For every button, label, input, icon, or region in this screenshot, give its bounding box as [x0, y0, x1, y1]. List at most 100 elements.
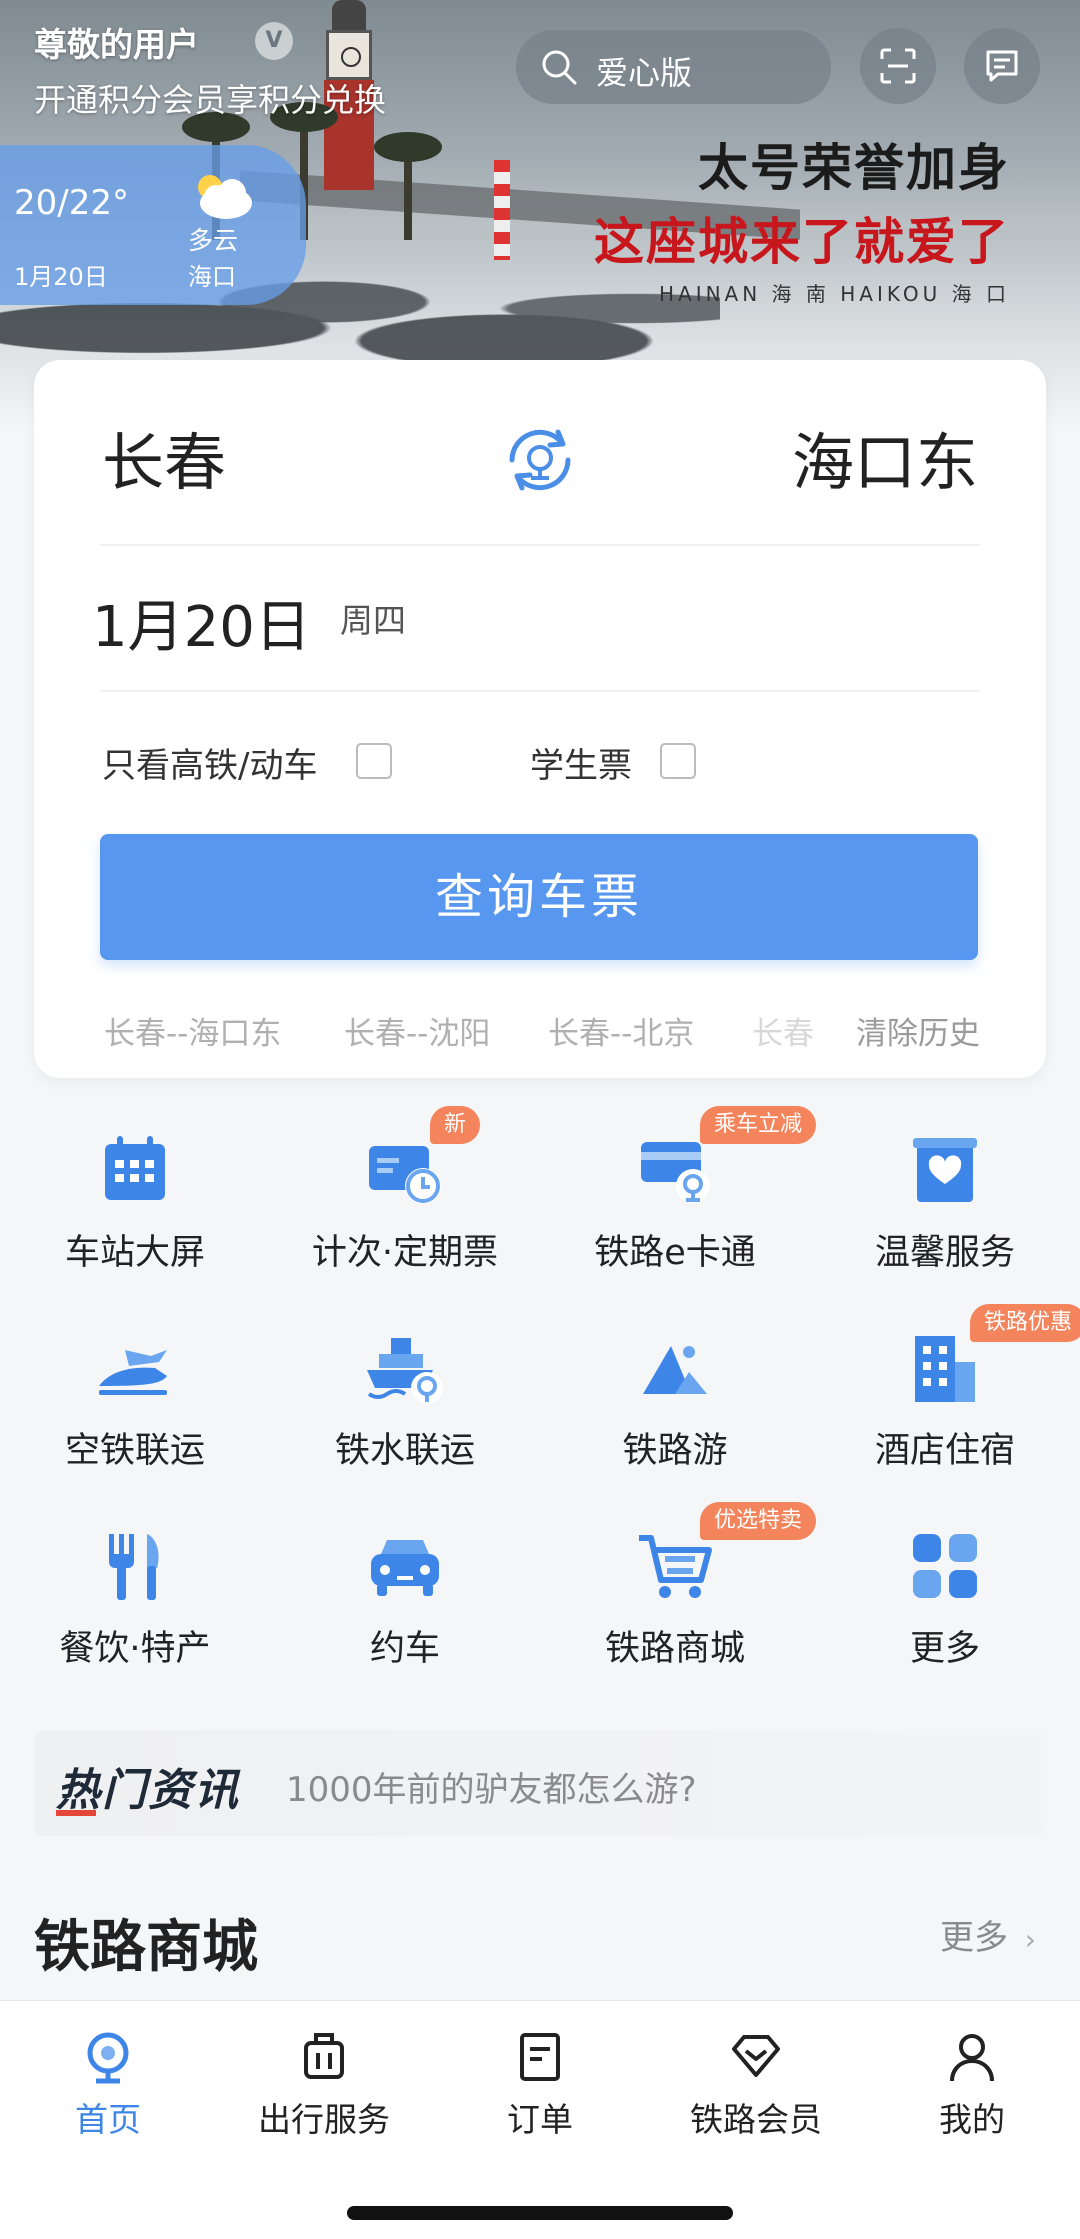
vip-badge-icon[interactable]: V [255, 22, 293, 60]
departure-weekday[interactable]: 周四 [340, 594, 406, 642]
departure-date[interactable]: 1月20日 [92, 582, 311, 663]
service-air-rail[interactable]: 空铁联运 [0, 1328, 270, 1508]
service-hotel[interactable]: 酒店住宿 [810, 1328, 1080, 1508]
student-ticket-checkbox[interactable] [660, 743, 696, 779]
service-label: 餐饮·特产 [59, 1629, 211, 1669]
service-label: 铁路e卡通 [594, 1233, 756, 1273]
message-icon [986, 50, 1018, 82]
hot-news-headline[interactable]: 1000年前的驴友都怎么游? [286, 1762, 697, 1811]
hot-news-title: 热门资讯 [56, 1754, 240, 1818]
luggage-icon [304, 2033, 344, 2079]
history-item[interactable]: 长春--北京 [548, 1008, 694, 1053]
slogan-line-2: 这座城来了就爱了 [594, 213, 1010, 271]
mountain-travel-icon [643, 1346, 707, 1394]
railway-home-icon [87, 2032, 129, 2084]
tab-label: 铁路会员 [690, 2100, 822, 2139]
divider [100, 544, 980, 546]
service-ecard[interactable]: 铁路e卡通 [540, 1130, 810, 1310]
service-label: 更多 [909, 1629, 980, 1669]
search-bar[interactable]: 爱心版 [516, 30, 831, 104]
history-item[interactable]: 长春 [752, 1008, 814, 1053]
service-label: 温馨服务 [874, 1233, 1015, 1273]
weather-temperature: 20/22° [14, 183, 129, 223]
user-name[interactable]: 尊敬的用户 [34, 18, 199, 66]
more-grid-icon [913, 1534, 977, 1598]
diamond-icon [732, 2035, 780, 2077]
slogan-line-3: HAINAN 海 南 HAIKOU 海 口 [658, 282, 1010, 306]
tab-home[interactable]: 首页 [0, 2029, 216, 2141]
clear-history-button[interactable]: 清除历史 [848, 1008, 980, 1053]
service-label: 车站大屏 [64, 1233, 205, 1273]
member-promo-text[interactable]: 开通积分会员享积分兑换 [34, 75, 386, 121]
history-item[interactable]: 长春--海口东 [104, 1008, 281, 1053]
service-more[interactable]: 更多 [810, 1526, 1080, 1706]
bottom-tab-bar: 首页 出行服务 订单 铁路会员 我的 [0, 2000, 1080, 2239]
service-ship-rail[interactable]: 铁水联运 [270, 1328, 540, 1508]
highspeed-only-checkbox[interactable] [356, 743, 392, 779]
air-rail-icon [99, 1350, 167, 1395]
service-label: 空铁联运 [64, 1431, 205, 1471]
calendar-screen-icon [105, 1136, 165, 1200]
service-car-hailing[interactable]: 约车 [270, 1526, 540, 1706]
rail-discount-badge: 铁路优惠 [970, 1304, 1080, 1342]
service-label: 铁路商城 [604, 1629, 745, 1669]
tab-label: 我的 [939, 2100, 1005, 2139]
divider [100, 690, 980, 692]
search-icon [542, 50, 577, 85]
service-rail-mall[interactable]: 铁路商城 [540, 1526, 810, 1706]
search-placeholder: 爱心版 [596, 54, 693, 92]
slogan-line-1: 太号荣誉加身 [698, 139, 1010, 197]
palm-tree-image [374, 132, 442, 240]
order-doc-icon [520, 2033, 560, 2081]
special-sale-badge: 优选特卖 [700, 1502, 817, 1540]
service-station-screen[interactable]: 车站大屏 [0, 1130, 270, 1310]
banner-slogan: 太号荣誉加身 这座城来了就爱了 HAINAN 海 南 HAIKOU 海 口 [594, 128, 1010, 307]
departure-station[interactable]: 长春 [102, 412, 226, 502]
new-badge: 新 [430, 1106, 481, 1144]
search-tickets-button[interactable]: 查询车票 [100, 834, 978, 960]
service-rail-travel[interactable]: 铁路游 [540, 1328, 810, 1508]
tab-mine[interactable]: 我的 [864, 2029, 1080, 2141]
lighthouse-image [494, 160, 510, 260]
service-warm-service[interactable]: 温馨服务 [810, 1130, 1080, 1310]
service-label: 计次·定期票 [311, 1233, 499, 1273]
chevron-right-icon: › [1024, 1923, 1036, 1956]
service-label: 铁水联运 [334, 1431, 475, 1471]
service-dining[interactable]: 餐饮·特产 [0, 1526, 270, 1706]
weather-widget[interactable]: 20/22° 1月20日 多云 海口 [0, 145, 306, 305]
history-item[interactable]: 长春--沈阳 [344, 1008, 490, 1053]
service-label: 铁路游 [622, 1431, 728, 1471]
tab-label: 订单 [507, 2100, 573, 2139]
tab-rail-member[interactable]: 铁路会员 [648, 2029, 864, 2141]
swap-stations-icon[interactable] [500, 420, 580, 500]
car-icon [371, 1540, 439, 1596]
service-label: 酒店住宿 [874, 1431, 1015, 1471]
ticket-search-card: 长春 海口东 1月20日 周四 只看高铁/动车 学生票 查询车票 长春--海口东… [34, 360, 1046, 1078]
weather-date: 1月20日 [14, 263, 108, 291]
student-ticket-label[interactable]: 学生票 [530, 738, 632, 787]
service-periodic-ticket[interactable]: 计次·定期票 [270, 1130, 540, 1310]
ship-rail-icon [367, 1338, 443, 1404]
hot-news-bar[interactable]: 热门资讯 1000年前的驴友都怎么游? [34, 1730, 1046, 1836]
message-button[interactable] [964, 28, 1040, 104]
service-label: 约车 [369, 1629, 440, 1669]
tab-travel-services[interactable]: 出行服务 [216, 2029, 432, 2141]
scan-icon [880, 48, 916, 84]
scan-button[interactable] [860, 28, 936, 104]
arrival-station[interactable]: 海口东 [792, 412, 978, 502]
more-label: 更多 [939, 1918, 1008, 1958]
rail-mall-more-link[interactable]: 更多 › [940, 1910, 1036, 1959]
tab-label: 首页 [75, 2100, 141, 2139]
heart-service-icon [913, 1138, 977, 1202]
person-icon [950, 2034, 994, 2082]
home-indicator[interactable] [347, 2206, 733, 2220]
rail-mall-section-title: 铁路商城 [34, 1915, 258, 1980]
discount-badge: 乘车立减 [700, 1106, 817, 1144]
dining-icon [109, 1534, 159, 1600]
tab-orders[interactable]: 订单 [432, 2029, 648, 2141]
tab-label: 出行服务 [258, 2100, 390, 2139]
weather-condition: 多云 [188, 226, 239, 255]
weather-city: 海口 [188, 263, 236, 291]
cloudy-icon [198, 175, 252, 219]
highspeed-only-label[interactable]: 只看高铁/动车 [102, 738, 317, 787]
